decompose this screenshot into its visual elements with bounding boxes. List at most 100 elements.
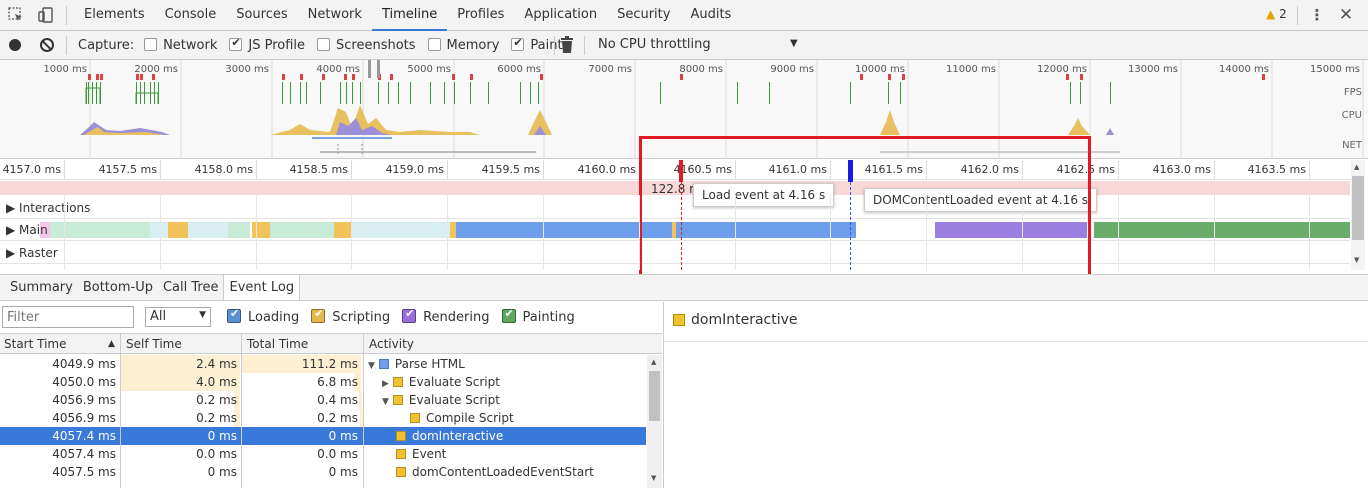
clear-icon[interactable] (40, 38, 54, 52)
main-thread-event[interactable] (228, 222, 250, 238)
garbage-collect-icon[interactable] (560, 36, 574, 54)
dropped-frame-marker (152, 74, 155, 80)
tab-summary[interactable]: Summary (5, 275, 78, 300)
table-row[interactable]: 4056.9 ms 0.2 ms 0.2 ms Compile Script (0, 409, 646, 427)
duration-select[interactable]: All ▼ (145, 307, 211, 327)
inspect-element-icon[interactable] (6, 6, 26, 24)
filter-loading[interactable]: Loading (215, 307, 299, 325)
checkbox[interactable] (229, 36, 243, 51)
activity-name: Event (412, 447, 447, 461)
checkbox[interactable] (427, 38, 441, 51)
overview-tick-label: 1000 ms (43, 64, 87, 75)
more-options-icon[interactable]: ⋮ (1307, 6, 1327, 24)
checkbox[interactable] (227, 307, 241, 323)
capture-option-screenshots[interactable]: Screenshots (317, 38, 416, 53)
main-thread-event[interactable] (1094, 222, 1350, 238)
checkbox-label: Paint (530, 38, 563, 53)
overview-window-handle-right[interactable] (377, 60, 380, 78)
tab-event-log[interactable]: Event Log (223, 275, 301, 300)
fps-bar (360, 82, 361, 104)
cpu-throttling-select[interactable]: No CPU throttling (598, 37, 711, 52)
checkbox[interactable] (402, 307, 417, 323)
overview-tick-label: 3000 ms (225, 64, 269, 75)
device-mode-icon[interactable] (36, 6, 56, 24)
tab-console[interactable]: Console (155, 0, 227, 31)
main-thread-event[interactable] (168, 222, 188, 238)
tab-elements[interactable]: Elements (74, 0, 155, 31)
header-activity[interactable]: Activity (369, 337, 414, 351)
start-time-cell: 4050.0 ms (52, 375, 116, 389)
fps-bar (850, 82, 851, 104)
tab-application[interactable]: Application (514, 0, 607, 31)
checkbox[interactable] (317, 38, 330, 51)
table-row[interactable]: 4050.0 ms 4.0 ms 6.8 ms ▶ Evaluate Script (0, 373, 646, 391)
filter-input[interactable] (2, 306, 134, 328)
header-total-time[interactable]: Total Time (247, 337, 308, 351)
scroll-down-icon[interactable]: ▼ (1354, 256, 1359, 264)
fps-bar (900, 82, 901, 104)
record-icon[interactable] (9, 39, 21, 51)
table-row[interactable]: 4049.9 ms 2.4 ms 111.2 ms ▼ Parse HTML (0, 355, 646, 373)
table-row[interactable]: 4057.5 ms 0 ms 0 ms domContentLoadedEventSt… (0, 463, 646, 481)
tab-security[interactable]: Security (607, 0, 680, 31)
overview-window-handle-left[interactable] (368, 60, 371, 78)
checkbox[interactable] (311, 307, 326, 323)
fps-bar (300, 82, 301, 104)
table-row[interactable]: 4057.4 ms 0.0 ms 0.0 ms Event (0, 445, 646, 463)
main-thread-event[interactable] (270, 222, 334, 238)
checkbox[interactable] (144, 38, 158, 51)
header-start-time[interactable]: Start Time (4, 337, 67, 351)
track-label-raster: ▶ Raster (6, 246, 58, 260)
capture-option-js-profile[interactable]: JS Profile (229, 36, 305, 53)
scrollbar-thumb[interactable] (1352, 176, 1364, 240)
main-thread-event[interactable] (334, 222, 352, 238)
fps-bar (410, 82, 411, 104)
overview-tick-label: 14000 ms (1219, 64, 1269, 75)
checkbox[interactable] (511, 36, 525, 51)
main-thread-event[interactable] (50, 222, 150, 238)
tab-call-tree[interactable]: Call Tree (158, 275, 224, 300)
tab-timeline[interactable]: Timeline (371, 0, 448, 31)
capture-option-network[interactable]: Network (144, 38, 217, 53)
expanded-arrow-icon[interactable]: ▼ (382, 397, 389, 407)
fps-bar (388, 82, 389, 104)
dropped-frame-marker (1066, 74, 1069, 80)
ruler-tick-label: 4157.0 ms (2, 163, 61, 176)
main-thread-event[interactable] (188, 222, 228, 238)
main-thread-event[interactable] (352, 222, 450, 238)
flame-gridline (639, 195, 640, 270)
checkbox[interactable] (501, 307, 516, 323)
event-log-header: Start Time ▲ Self Time Total Time Activi… (0, 333, 662, 354)
expanded-arrow-icon[interactable]: ▼ (368, 361, 375, 371)
fps-bar (340, 82, 341, 104)
tab-audits[interactable]: Audits (680, 0, 741, 31)
tab-network[interactable]: Network (298, 0, 372, 31)
scroll-up-icon[interactable]: ▲ (651, 358, 656, 366)
main-thread-event[interactable] (150, 222, 168, 238)
filter-scripting[interactable]: Scripting (299, 307, 390, 325)
tab-profiles[interactable]: Profiles (447, 0, 514, 31)
scrollbar-thumb[interactable] (649, 371, 660, 421)
table-row[interactable]: 4057.4 ms 0 ms 0 ms domInteractive (0, 427, 646, 445)
warning-counter[interactable]: ▲ 2 (1266, 7, 1287, 21)
event-color-swatch (673, 314, 685, 326)
event-log-scrollbar[interactable]: ▲ ▼ (647, 355, 662, 488)
close-icon[interactable]: ✕ (1336, 6, 1356, 24)
tab-sources[interactable]: Sources (226, 0, 297, 31)
fps-bar (290, 82, 291, 104)
scroll-down-icon[interactable]: ▼ (651, 474, 656, 482)
chevron-down-icon[interactable]: ▼ (790, 38, 798, 49)
filter-painting[interactable]: Painting (490, 307, 575, 325)
table-row[interactable]: 4056.9 ms 0.2 ms 0.4 ms ▼ Evaluate Script (0, 391, 646, 409)
filter-rendering[interactable]: Rendering (390, 307, 490, 325)
collapsed-arrow-icon[interactable]: ▶ (382, 379, 389, 389)
header-self-time[interactable]: Self Time (126, 337, 182, 351)
main-thread-event[interactable] (252, 222, 270, 238)
sort-ascending-icon[interactable]: ▲ (108, 339, 115, 349)
tab-bottom-up[interactable]: Bottom-Up (78, 275, 158, 300)
flamechart-scrollbar[interactable]: ▲ ▼ (1351, 160, 1365, 270)
fps-bar (1070, 82, 1071, 104)
checkbox-label: Memory (446, 38, 500, 53)
scroll-up-icon[interactable]: ▲ (1354, 163, 1359, 171)
capture-option-memory[interactable]: Memory (427, 38, 500, 53)
